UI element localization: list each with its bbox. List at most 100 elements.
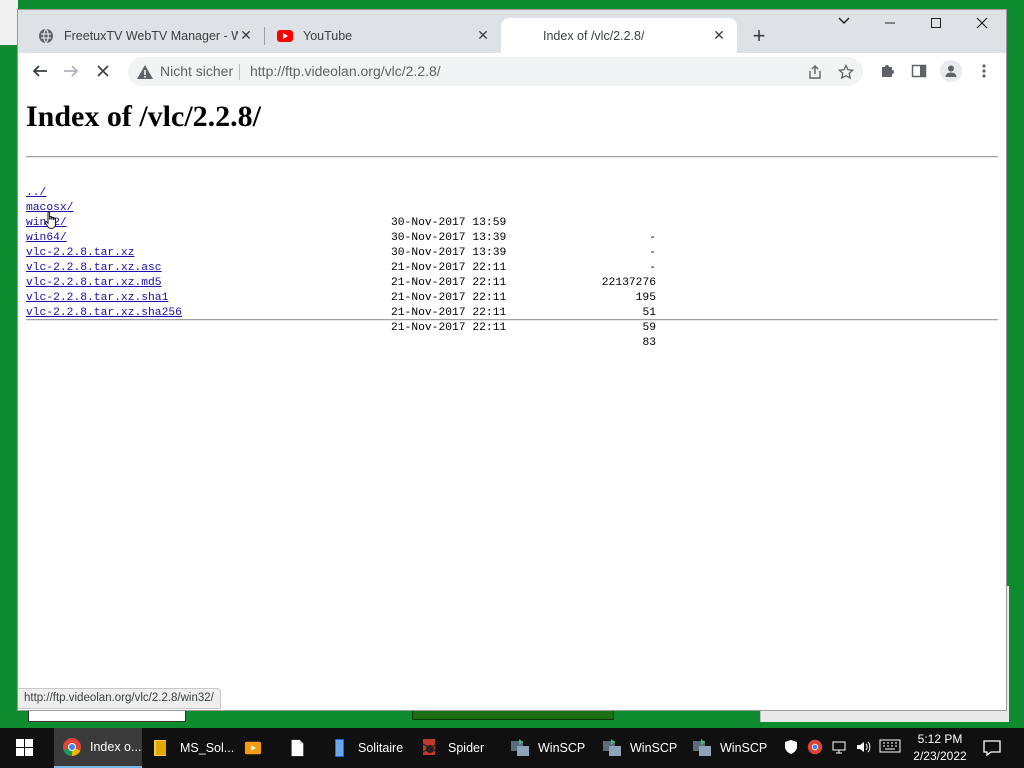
taskbar-item-winscp-1[interactable]: WinSCP — [510, 728, 590, 768]
divider-bottom — [26, 319, 998, 321]
share-icon[interactable] — [805, 62, 825, 82]
background-card-row — [28, 708, 186, 722]
media-player-icon — [244, 741, 262, 755]
forward-button[interactable] — [59, 59, 83, 83]
close-window-button[interactable] — [968, 16, 996, 36]
tab-search-chevron-icon[interactable] — [830, 14, 858, 34]
list-item: vlc-2.2.8.tar.xz.asc 21-Nov-2017 22:11 1… — [26, 246, 656, 304]
new-tab-button[interactable]: + — [748, 25, 770, 48]
chrome-icon — [63, 738, 81, 757]
file-listing: ../ macosx/ 30-Nov-2017 13:59 - win32/ 3… — [26, 171, 656, 349]
forward-arrow-icon — [64, 65, 79, 77]
tab-strip: FreetuxTV WebTV Manager - We ✕ YouTube ✕… — [18, 10, 1006, 53]
omnibox-divider — [239, 64, 240, 80]
back-arrow-icon — [32, 65, 47, 77]
back-button[interactable] — [28, 59, 52, 83]
close-tab-icon[interactable]: ✕ — [475, 27, 491, 43]
minimize-button[interactable] — [876, 16, 904, 36]
keyboard-icon[interactable] — [878, 739, 902, 757]
tab-freetuxtv[interactable]: FreetuxTV WebTV Manager - We ✕ — [26, 18, 264, 53]
list-item: ../ — [26, 171, 80, 199]
entry-date: 21-Nov-2017 22:11 — [391, 262, 507, 274]
tab-index-vlc[interactable]: Index of /vlc/2.2.8/ ✕ — [501, 18, 737, 53]
youtube-icon — [277, 29, 293, 42]
entry-size: 59 — [642, 322, 656, 334]
entry-date: 21-Nov-2017 22:11 — [391, 322, 507, 334]
taskbar-item-media-player[interactable] — [244, 728, 270, 768]
stop-loading-button[interactable] — [91, 59, 115, 83]
clock-date: 2/23/2022 — [913, 749, 967, 763]
taskbar-item-winscp-2[interactable]: WinSCP — [602, 728, 682, 768]
close-tab-icon[interactable]: ✕ — [711, 27, 727, 43]
list-item: macosx/ 30-Nov-2017 13:59 - — [26, 186, 656, 244]
divider-top — [26, 156, 998, 158]
taskbar-item-label: WinSCP — [630, 741, 678, 755]
notepad-icon — [291, 739, 304, 757]
taskbar: Index o... MS_Sol... Solitaire Spider Wi… — [0, 728, 1024, 768]
hand-cursor-icon — [44, 211, 57, 229]
security-label[interactable]: Nicht sicher — [160, 63, 233, 79]
tab-youtube[interactable]: YouTube ✕ — [265, 18, 501, 53]
browser-window: FreetuxTV WebTV Manager - We ✕ YouTube ✕… — [18, 10, 1006, 710]
solitaire-icon — [335, 739, 344, 757]
taskbar-item-spider[interactable]: Spider — [420, 728, 492, 768]
warning-icon[interactable] — [136, 63, 154, 81]
spider-icon — [422, 739, 438, 755]
loading-favicon — [525, 28, 533, 44]
entry-date: 21-Nov-2017 22:11 — [391, 277, 507, 289]
taskbar-item-chrome[interactable]: Index o... — [54, 728, 142, 768]
winscp-icon — [693, 739, 711, 756]
link-status-bar: http://ftp.videolan.org/vlc/2.2.8/win32/ — [18, 688, 221, 709]
entry-date: 21-Nov-2017 22:11 — [391, 292, 507, 304]
entry-size: 83 — [642, 337, 656, 349]
system-clock[interactable]: 5:12 PM 2/23/2022 — [904, 731, 976, 765]
page-content: Index of /vlc/2.2.8/ ../ macosx/ 30-Nov-… — [18, 90, 1006, 710]
chrome-tray-icon[interactable] — [806, 739, 824, 757]
entry-date: 30-Nov-2017 13:39 — [391, 247, 507, 259]
extensions-puzzle-icon[interactable] — [876, 60, 898, 82]
tab-title: YouTube — [303, 28, 353, 43]
security-shield-icon[interactable] — [782, 739, 800, 757]
bookmark-star-icon[interactable] — [836, 62, 856, 82]
address-bar[interactable]: Nicht sicher http://ftp.videolan.org/vlc… — [128, 57, 863, 86]
folder-icon — [154, 740, 166, 756]
maximize-button[interactable] — [922, 16, 950, 36]
clock-time: 5:12 PM — [917, 732, 963, 746]
taskbar-item-notepad[interactable] — [288, 728, 314, 768]
windows-start-icon[interactable] — [6, 737, 42, 759]
background-bar — [412, 710, 614, 720]
taskbar-item-winscp-3[interactable]: WinSCP — [692, 728, 772, 768]
menu-kebab-icon[interactable] — [973, 60, 995, 82]
entry-size: - — [649, 232, 656, 244]
taskbar-item-label: MS_Sol... — [180, 741, 235, 755]
tab-title: Index of /vlc/2.2.8/ — [543, 28, 645, 43]
list-item: vlc-2.2.8.tar.xz 21-Nov-2017 22:11 22137… — [26, 231, 656, 289]
browser-toolbar: Nicht sicher http://ftp.videolan.org/vlc… — [18, 53, 1006, 91]
list-item: vlc-2.2.8.tar.xz.md5 21-Nov-2017 22:11 5… — [26, 261, 656, 319]
taskbar-item-label: Index o... — [90, 740, 142, 754]
taskbar-item-label: WinSCP — [720, 741, 768, 755]
taskbar-item-label: Spider — [448, 741, 485, 755]
volume-icon[interactable] — [854, 739, 872, 757]
taskbar-item-folder[interactable]: MS_Sol... — [152, 728, 236, 768]
side-panel-icon[interactable] — [908, 60, 930, 82]
stop-icon — [97, 65, 109, 77]
taskbar-item-label: WinSCP — [538, 741, 586, 755]
background-window-edge — [0, 0, 18, 45]
winscp-icon — [511, 739, 529, 756]
list-item: vlc-2.2.8.tar.xz.sha256 21-Nov-2017 22:1… — [26, 291, 656, 349]
globe-icon — [39, 28, 53, 43]
taskbar-item-label: Solitaire — [358, 741, 404, 755]
winscp-icon — [603, 739, 621, 756]
network-icon[interactable] — [830, 739, 848, 757]
entry-date: 30-Nov-2017 13:39 — [391, 232, 507, 244]
taskbar-item-solitaire[interactable]: Solitaire — [330, 728, 410, 768]
list-item: vlc-2.2.8.tar.xz.sha1 21-Nov-2017 22:11 … — [26, 276, 656, 334]
close-tab-icon[interactable]: ✕ — [238, 27, 254, 43]
page-title: Index of /vlc/2.2.8/ — [26, 100, 262, 133]
entry-date: 30-Nov-2017 13:59 — [391, 217, 507, 229]
tab-title: FreetuxTV WebTV Manager - We — [64, 28, 238, 43]
url-text[interactable]: http://ftp.videolan.org/vlc/2.2.8/ — [250, 63, 441, 79]
profile-avatar-icon[interactable] — [940, 60, 962, 82]
notification-icon[interactable] — [982, 738, 1002, 758]
